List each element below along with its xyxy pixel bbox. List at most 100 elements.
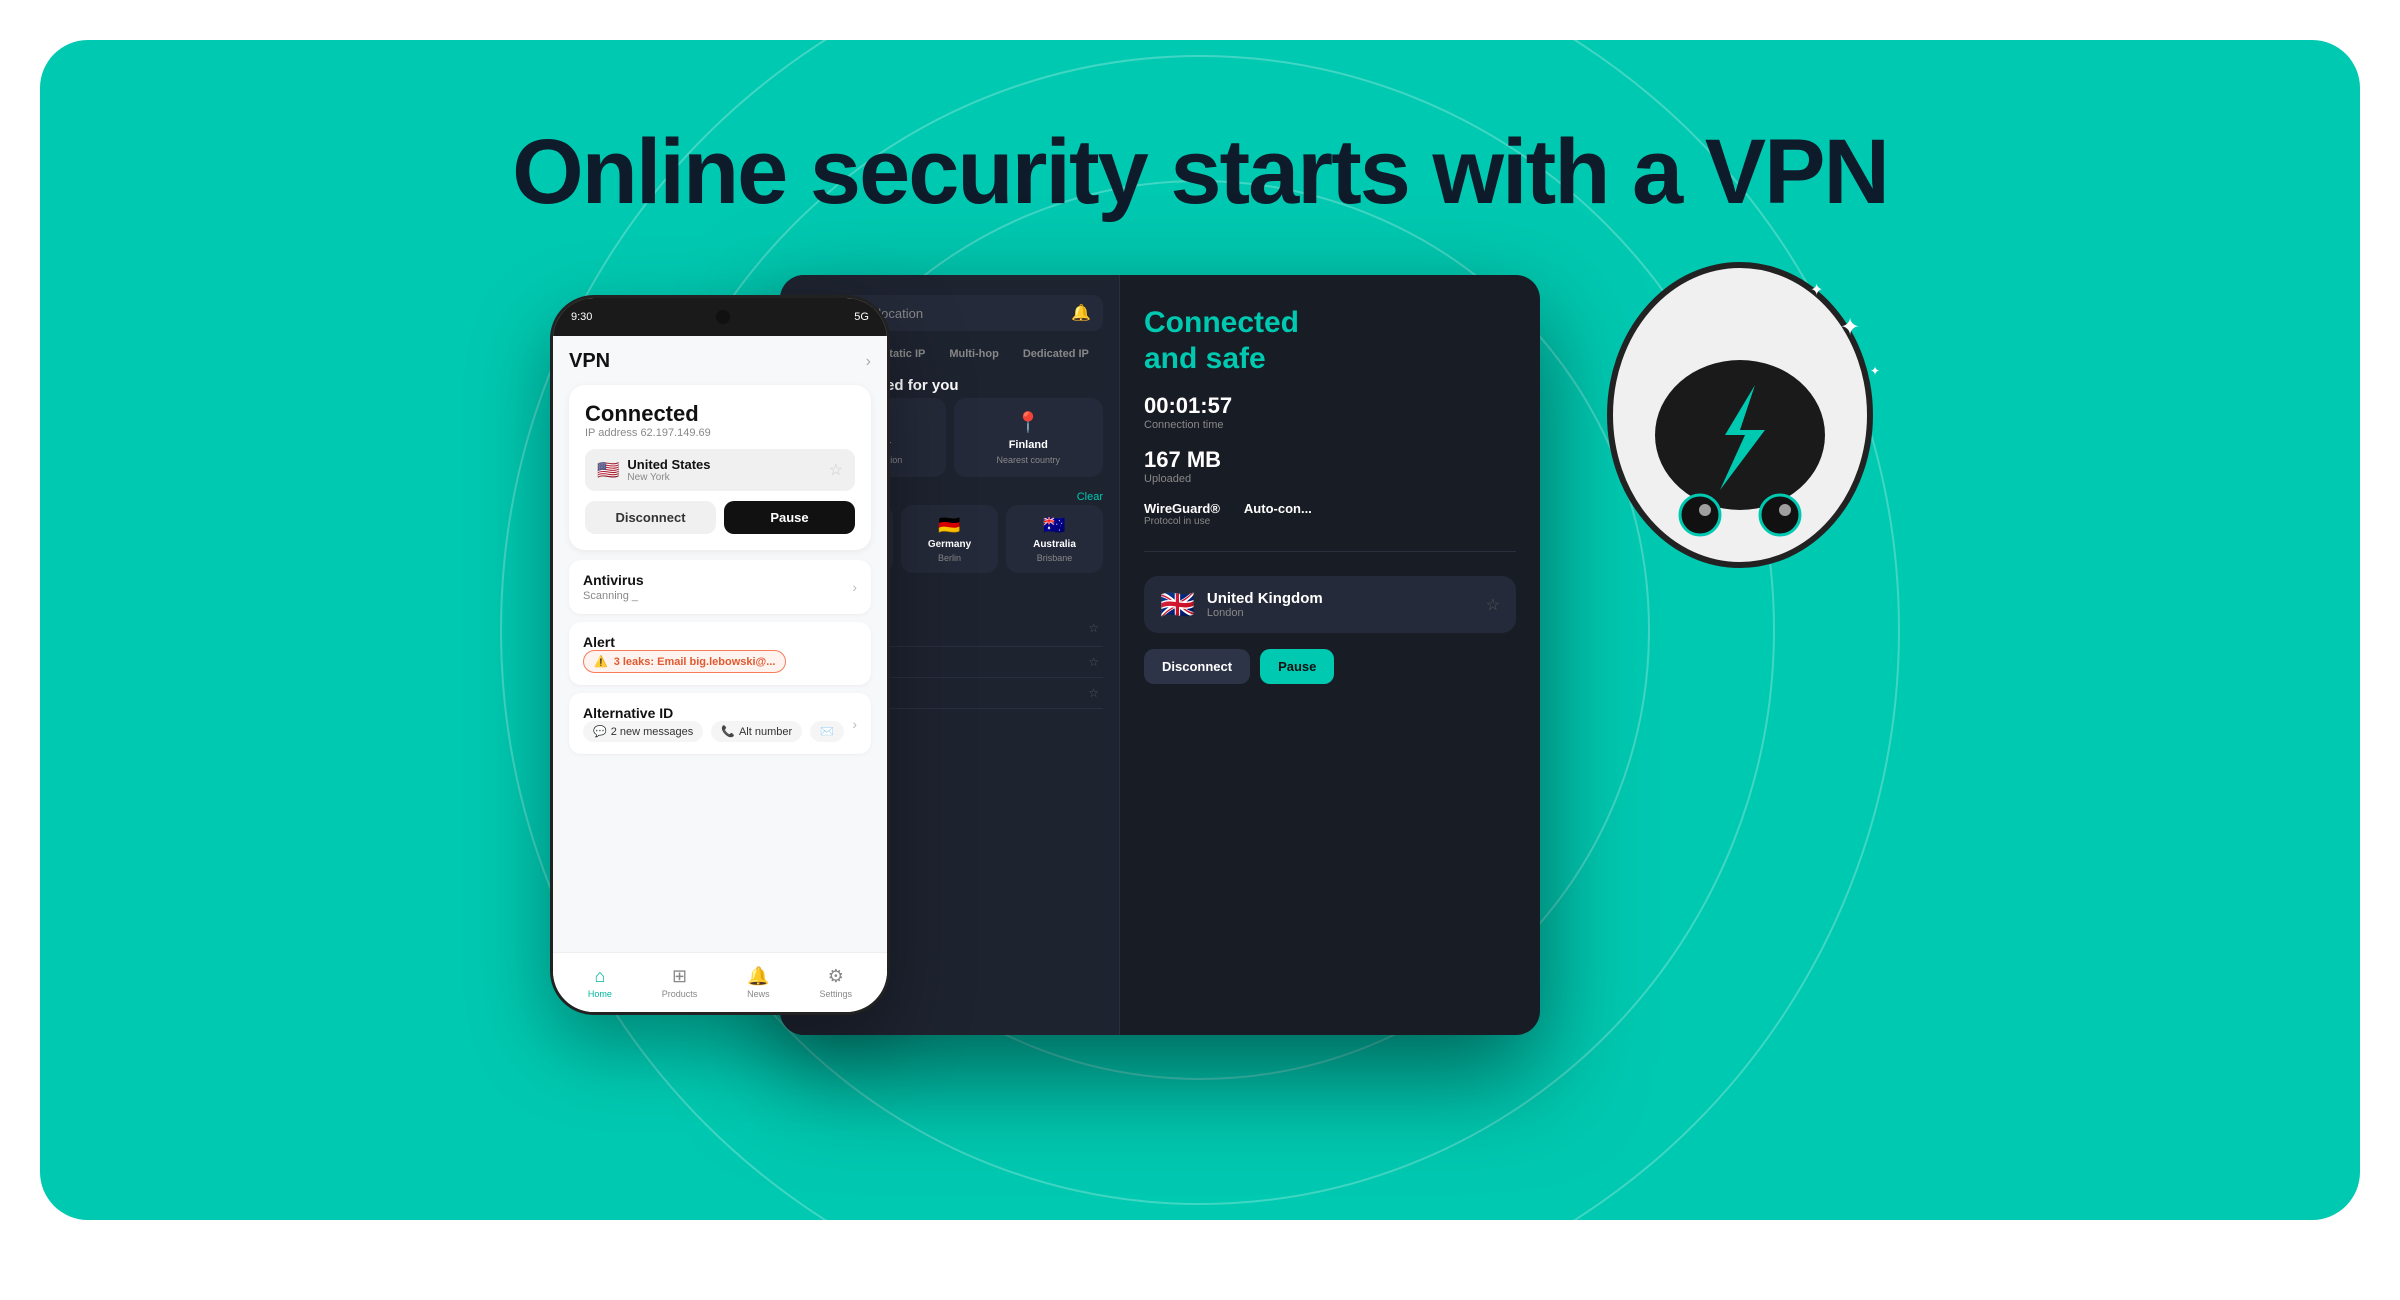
email-icon: ✉️ [820, 725, 834, 738]
desktop-panel: 🔍 Search location 🔔 Locations Static IP … [780, 275, 1540, 1035]
phone-disconnect-button[interactable]: Disconnect [585, 501, 716, 534]
finland-name: Finland [1009, 439, 1048, 451]
antivirus-chevron-icon: › [852, 579, 857, 595]
phone-pause-button[interactable]: Pause [724, 501, 855, 534]
stat-upload: 167 MB Uploaded [1144, 447, 1516, 485]
austria-star-icon: ☆ [1088, 621, 1099, 635]
settings-icon: ⚙ [828, 966, 844, 987]
nav-news-label: News [747, 989, 770, 999]
alert-info: Alert ⚠️ 3 leaks: Email big.lebowski@... [583, 634, 786, 673]
phone-btn-row: Disconnect Pause [585, 501, 855, 534]
protocol-label: Protocol in use [1144, 516, 1220, 527]
alt-id-label: Alternative ID [583, 705, 844, 721]
alt-id-chevron-icon: › [852, 716, 857, 732]
pause-button[interactable]: Pause [1260, 649, 1334, 684]
nav-news[interactable]: 🔔 News [747, 966, 770, 999]
alt-id-section[interactable]: Alternative ID 💬 2 new messages 📞 Alt nu… [569, 693, 871, 754]
action-buttons: Disconnect Pause [1144, 649, 1516, 684]
stat-time: 00:01:57 Connection time [1144, 393, 1516, 431]
phone-device: 9:30 5G VPN › Connected IP address 62.19… [550, 295, 890, 1015]
tab-dedicated-ip[interactable]: Dedicated IP [1013, 343, 1099, 365]
phone-signal: 5G [854, 311, 869, 323]
phone-status-bar: 9:30 5G [553, 298, 887, 336]
email-badge: ✉️ [810, 721, 844, 742]
phone-chevron-icon: › [866, 353, 871, 371]
uk-flag-icon: 🇬🇧 [1160, 588, 1195, 621]
antivirus-label: Antivirus [583, 572, 644, 588]
messages-count: 2 new messages [611, 726, 694, 738]
alert-badge: ⚠️ 3 leaks: Email big.lebowski@... [583, 650, 786, 673]
phone-notch [716, 310, 730, 324]
finland-icon: 📍 [1016, 410, 1041, 435]
alt-id-info: Alternative ID 💬 2 new messages 📞 Alt nu… [583, 705, 844, 742]
svg-text:✦: ✦ [1870, 364, 1880, 378]
nav-settings[interactable]: ⚙ Settings [820, 966, 853, 999]
antivirus-status: Scanning _ [583, 590, 644, 602]
us-flag-phone: 🇺🇸 [597, 460, 619, 481]
chat-icon: 💬 [593, 725, 607, 738]
finland-sub: Nearest country [996, 455, 1060, 465]
products-icon: ⊞ [672, 966, 687, 987]
devices-container: 🔍 Search location 🔔 Locations Static IP … [500, 275, 1900, 1095]
australia-city: Brisbane [1037, 553, 1073, 563]
main-card: Online security starts with a VPN 🔍 Sear… [40, 40, 2360, 1220]
germany-flag: 🇩🇪 [938, 515, 960, 536]
recent-australia[interactable]: 🇦🇺 Australia Brisbane [1006, 505, 1103, 573]
warning-icon: ⚠️ [594, 655, 608, 668]
nav-products[interactable]: ⊞ Products [662, 966, 698, 999]
stats-row: 00:01:57 Connection time 167 MB Uploaded [1144, 393, 1516, 485]
clear-button[interactable]: Clear [1077, 491, 1103, 503]
alert-label: Alert [583, 634, 786, 650]
home-icon: ⌂ [594, 966, 605, 987]
germany-city: Berlin [938, 553, 961, 563]
uk-info: United Kingdom London [1207, 590, 1474, 619]
location-country: United States [627, 457, 828, 472]
nav-home[interactable]: ⌂ Home [588, 966, 612, 999]
location-info: United States New York [627, 457, 828, 483]
mascot-character: ✦ ✦ ✦ [1580, 235, 1900, 655]
svg-text:✦: ✦ [1840, 314, 1860, 341]
stat-time-label: Connection time [1144, 419, 1516, 431]
alt-number-label: Alt number [739, 726, 792, 738]
alt-id-badges: 💬 2 new messages 📞 Alt number ✉️ [583, 721, 844, 742]
connected-box: Connected IP address 62.197.149.69 🇺🇸 Un… [569, 385, 871, 550]
auto-connect-item: Auto-con... [1244, 501, 1312, 516]
protocol-row: WireGuard® Protocol in use Auto-con... [1144, 501, 1516, 527]
nav-settings-label: Settings [820, 989, 853, 999]
phone-bottom-nav: ⌂ Home ⊞ Products 🔔 News ⚙ Settings [553, 952, 887, 1012]
alt-number-badge: 📞 Alt number [711, 721, 802, 742]
protocol-item: WireGuard® Protocol in use [1144, 501, 1220, 527]
messages-badge: 💬 2 new messages [583, 721, 703, 742]
australia-flag: 🇦🇺 [1043, 515, 1065, 536]
phone-location-row[interactable]: 🇺🇸 United States New York ☆ [585, 449, 855, 491]
divider [1144, 551, 1516, 552]
recent-germany[interactable]: 🇩🇪 Germany Berlin [901, 505, 998, 573]
tab-multihop[interactable]: Multi-hop [939, 343, 1008, 365]
alert-message: 3 leaks: Email big.lebowski@... [614, 656, 776, 668]
location-star-icon[interactable]: ☆ [829, 460, 843, 480]
phone-body: 9:30 5G VPN › Connected IP address 62.19… [550, 295, 890, 1015]
uk-location-row: 🇬🇧 United Kingdom London ☆ [1144, 576, 1516, 633]
stat-upload-label: Uploaded [1144, 473, 1516, 485]
connected-safe-title: Connectedand safe [1144, 305, 1516, 377]
disconnect-button[interactable]: Disconnect [1144, 649, 1250, 684]
news-icon: 🔔 [747, 966, 769, 987]
recommended-finland[interactable]: 📍 Finland Nearest country [954, 398, 1104, 477]
alert-section[interactable]: Alert ⚠️ 3 leaks: Email big.lebowski@... [569, 622, 871, 685]
antivirus-info: Antivirus Scanning _ [583, 572, 644, 602]
australia-name: Australia [1033, 539, 1076, 550]
phone-icon: 📞 [721, 725, 735, 738]
nav-home-label: Home [588, 989, 612, 999]
phone-header-row: VPN › [569, 350, 871, 373]
phone-content: VPN › Connected IP address 62.197.149.69… [553, 336, 887, 952]
bell-icon: 🔔 [1071, 303, 1091, 323]
stat-time-value: 00:01:57 [1144, 393, 1516, 419]
antivirus-section[interactable]: Antivirus Scanning _ › [569, 560, 871, 614]
phone-app-title: VPN [569, 350, 610, 373]
protocol-value: WireGuard® [1144, 501, 1220, 516]
auto-connect-value: Auto-con... [1244, 501, 1312, 516]
location-city: New York [627, 472, 828, 483]
uk-country-name: United Kingdom [1207, 590, 1474, 607]
nav-products-label: Products [662, 989, 698, 999]
stat-upload-value: 167 MB [1144, 447, 1516, 473]
